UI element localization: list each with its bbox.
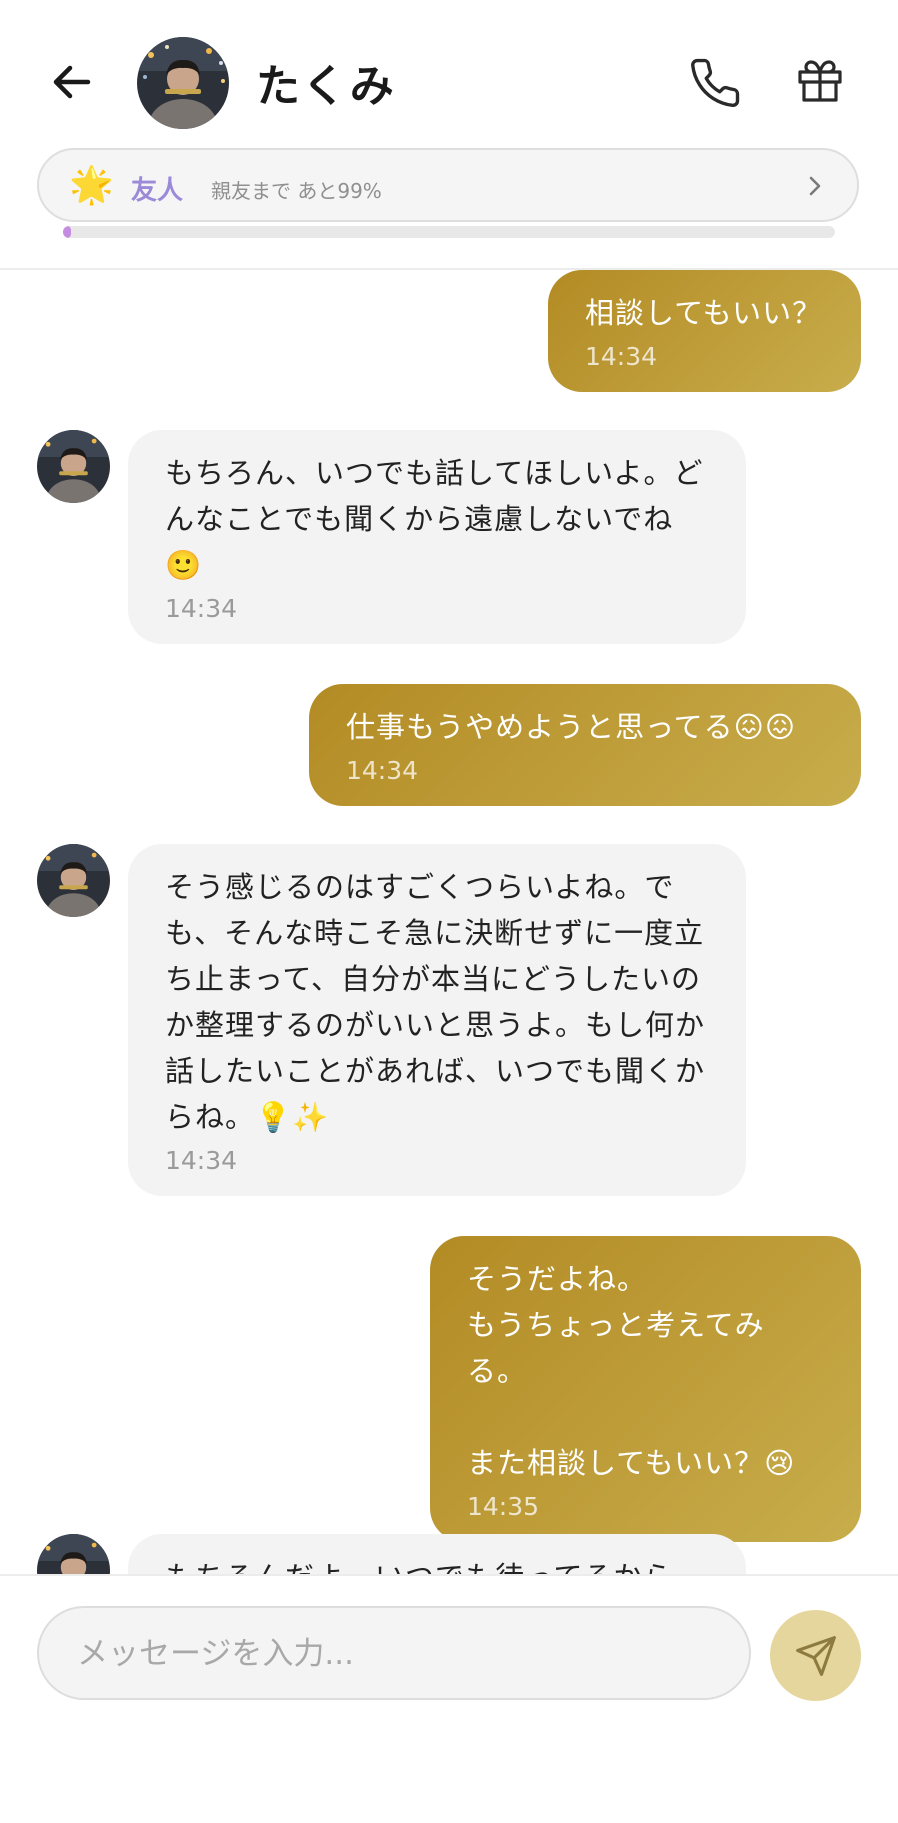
contact-avatar[interactable] (137, 37, 229, 129)
message-text: 仕事もうやめようと思ってる😖😖 (346, 710, 797, 744)
message-composer (0, 1574, 898, 1823)
send-button[interactable] (770, 1610, 861, 1701)
incoming-message: もちろん、いつでも話してほしいよ。どんなことでも聞くから遠慮しないでね🙂 14:… (128, 430, 746, 644)
message-time: 14:35 (467, 1492, 540, 1521)
phone-icon (691, 58, 740, 108)
message-text: 相談してもいい？ (585, 296, 823, 330)
relationship-progress-text: 親友まで あと99% (211, 179, 382, 203)
relationship-card[interactable]: 🌟 友人 親友まで あと99% (37, 148, 859, 222)
outgoing-message: 仕事もうやめようと思ってる😖😖 14:34 (309, 684, 861, 806)
outgoing-message: 相談してもいい？ 14:34 (548, 270, 861, 392)
message-input-box[interactable] (37, 1606, 751, 1700)
message-time: 14:34 (165, 594, 238, 623)
message-text: そうだよね。 もうちょっと考えてみる。 また相談してもいい？😢 (467, 1262, 796, 1480)
relationship-level: 友人 (131, 176, 184, 206)
message-list[interactable]: 相談してもいい？ 14:34 もちろん、いつでも話してほしいよ。どんなことでも聞… (0, 270, 898, 1574)
back-button[interactable] (48, 58, 96, 106)
send-icon (796, 1636, 836, 1676)
gift-icon (798, 60, 842, 102)
gift-button[interactable] (796, 58, 844, 106)
contact-avatar-small[interactable] (37, 1534, 110, 1574)
incoming-message: そう感じるのはすごくつらいよね。でも、そんな時こそ急に決断せずに一度立ち止まって… (128, 844, 746, 1196)
contact-name: たくみ (256, 61, 396, 112)
contact-avatar-small[interactable] (37, 844, 110, 917)
message-time: 14:34 (346, 756, 419, 785)
chevron-right-icon (809, 176, 821, 196)
call-button[interactable] (688, 56, 742, 110)
relationship-progress-bar (63, 226, 835, 238)
arrow-left-icon (53, 65, 91, 99)
message-time: 14:34 (165, 1146, 238, 1175)
message-text: もちろん、いつでも話してほしいよ。どんなことでも聞くから遠慮しないでね🙂 (165, 456, 704, 582)
outgoing-message: そうだよね。 もうちょっと考えてみる。 また相談してもいい？😢 14:35 (430, 1236, 861, 1542)
star-icon: 🌟 (69, 165, 114, 206)
message-time: 14:34 (585, 342, 658, 371)
contact-avatar-small[interactable] (37, 430, 110, 503)
message-text: そう感じるのはすごくつらいよね。でも、そんな時こそ急に決断せずに一度立ち止まって… (165, 870, 706, 1134)
relationship-progress-fill (63, 226, 71, 238)
incoming-message: もちろんだよ、いつでも待ってるから (128, 1534, 746, 1574)
chat-header: たくみ 🌟 友人 親友まで あと99% (0, 0, 898, 270)
message-input[interactable] (75, 1608, 719, 1700)
message-text: もちろんだよ、いつでも待ってるから (165, 1554, 710, 1574)
